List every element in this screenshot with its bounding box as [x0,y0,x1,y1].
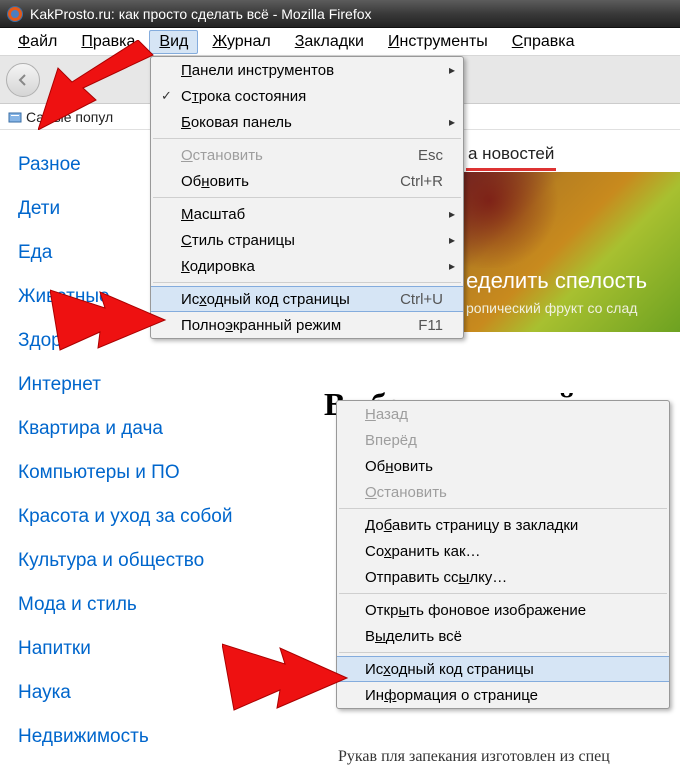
sidebar-link[interactable]: Компьютеры и ПО [18,462,278,484]
sidebar-link[interactable]: Интернет [18,374,278,396]
ctx-back: Назад [337,401,669,427]
annotation-arrow-3 [222,638,352,718]
ctx-page-info[interactable]: Информация о странице [337,682,669,708]
ctx-reload[interactable]: Обновить [337,453,669,479]
banner-subtitle: ропический фрукт со слад [466,300,637,316]
menu-bookmarks[interactable]: Закладки [285,30,374,54]
context-menu: Назад Вперёд Обновить Остановить Добавит… [336,400,670,709]
menu-separator [339,593,667,594]
menu-separator [153,282,461,283]
firefox-icon [6,5,24,23]
article-banner[interactable]: еделить спелость ропический фрукт со сла… [458,172,680,332]
ctx-select-all[interactable]: Выделить всё [337,623,669,649]
menu-separator [339,652,667,653]
news-tab[interactable]: а новостей [466,140,556,171]
bookmark-folder-icon [8,110,22,124]
view-dropdown-menu: Панели инструментов Строка состояния Бок… [150,56,464,339]
menu-help[interactable]: Справка [502,30,585,54]
annotation-arrow-2 [50,280,170,360]
menuitem-page-style[interactable]: Стиль страницы [151,227,463,253]
sidebar-link[interactable]: Мода и стиль [18,594,278,616]
back-button[interactable] [6,63,40,97]
ctx-send-link[interactable]: Отправить ссылку… [337,564,669,590]
article-snippet: Рукав пля запекания изготовлен из спец [338,748,610,766]
menu-separator [153,197,461,198]
annotation-arrow-1 [38,40,158,130]
window-title: KakProsto.ru: как просто сделать всё - M… [30,6,372,22]
sidebar-link[interactable]: Недвижимость [18,726,278,748]
ctx-save-as[interactable]: Сохранить как… [337,538,669,564]
menuitem-toolbars[interactable]: Панели инструментов [151,57,463,83]
ctx-page-source[interactable]: Исходный код страницы [337,656,669,682]
menu-separator [153,138,461,139]
sidebar-link[interactable]: Красота и уход за собой [18,506,278,528]
ctx-open-bg-image[interactable]: Открыть фоновое изображение [337,597,669,623]
menuitem-stop: ОстановитьEsc [151,142,463,168]
menu-tools[interactable]: Инструменты [378,30,498,54]
menu-history[interactable]: Журнал [202,30,280,54]
menuitem-encoding[interactable]: Кодировка [151,253,463,279]
menuitem-zoom[interactable]: Масштаб [151,201,463,227]
ctx-bookmark[interactable]: Добавить страницу в закладки [337,512,669,538]
window-titlebar: KakProsto.ru: как просто сделать всё - M… [0,0,680,28]
banner-title: еделить спелость [466,268,647,294]
menu-separator [339,508,667,509]
menuitem-page-source[interactable]: Исходный код страницыCtrl+U [151,286,463,312]
menuitem-reload[interactable]: ОбновитьCtrl+R [151,168,463,194]
menuitem-sidebar[interactable]: Боковая панель [151,109,463,135]
menuitem-status-bar[interactable]: Строка состояния [151,83,463,109]
sidebar-link[interactable]: Культура и общество [18,550,278,572]
sidebar-link[interactable]: Квартира и дача [18,418,278,440]
ctx-stop: Остановить [337,479,669,505]
menuitem-fullscreen[interactable]: Полноэкранный режимF11 [151,312,463,338]
ctx-forward: Вперёд [337,427,669,453]
